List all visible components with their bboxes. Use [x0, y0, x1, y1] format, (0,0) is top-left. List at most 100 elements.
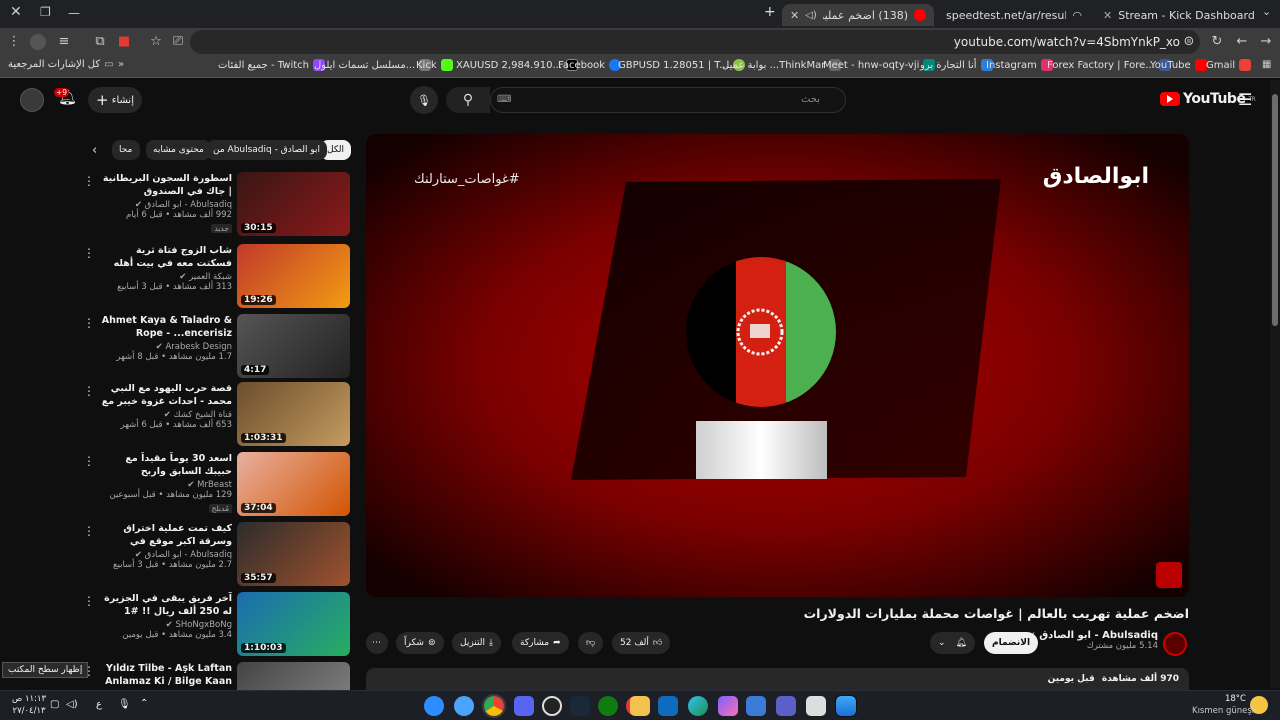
- cast-icon[interactable]: ⎚: [170, 34, 186, 50]
- tab-close-icon[interactable]: ✕: [1103, 9, 1112, 22]
- outlook-icon[interactable]: [658, 696, 678, 716]
- channel-name[interactable]: Abulsadiq - ابو الصادق ✔: [1028, 630, 1158, 641]
- bookmark-youtube[interactable]: YouTube: [1150, 59, 1207, 71]
- clock[interactable]: ١١:١٣ ص ٢٧/٠٤/١٣: [12, 693, 46, 717]
- bookmark-star-icon[interactable]: ☆: [148, 34, 164, 50]
- guide-menu-icon[interactable]: ☰: [1238, 90, 1252, 109]
- site-info-icon[interactable]: ⊜: [1181, 34, 1197, 50]
- tab-search-icon[interactable]: ⌄: [1262, 5, 1271, 18]
- teams-icon[interactable]: [776, 696, 796, 716]
- related-video-title[interactable]: اسعد 30 يوماً مقيداً مع حبيبك السابق وار…: [100, 452, 232, 478]
- more-options-icon[interactable]: ⋮: [83, 454, 95, 468]
- related-video-item[interactable]: 30:15 اسطورة السجون البريطانية | جاك في ا…: [80, 172, 350, 236]
- related-video-item[interactable]: 1:10:03 آخر فريق يبقى في الجزيرة له 250 أ…: [80, 592, 350, 656]
- window-minimize-button[interactable]: —: [68, 6, 80, 20]
- copilot-icon[interactable]: [718, 696, 738, 716]
- tab-youtube-active[interactable]: ✕ ◁) (138) اضخم عملية تهريب بال: [782, 4, 934, 26]
- related-video-channel[interactable]: SHoNgxBoNg ✔: [100, 620, 232, 630]
- bookmark-kick[interactable]: Kick: [416, 59, 453, 71]
- channel-avatar[interactable]: [1163, 632, 1187, 656]
- bookmark-meet[interactable]: Meet - hnw-oqty-vji: [823, 59, 936, 71]
- back-icon[interactable]: ←: [1234, 34, 1250, 50]
- related-video-title[interactable]: Yıldız Tilbe - Aşk Laftan Anlamaz Ki / B…: [100, 662, 232, 688]
- bookmarks-overflow-button[interactable]: »: [118, 59, 124, 70]
- weather-widget[interactable]: 18°C Kısmen güneşli: [1192, 693, 1257, 717]
- related-video-title[interactable]: اسطورة السجون البريطانية | جاك في الصندو…: [100, 172, 232, 198]
- more-options-icon[interactable]: ⋮: [83, 384, 95, 398]
- more-options-icon[interactable]: ⋮: [83, 524, 95, 538]
- video-player[interactable]: ابوالصادق #غواصات_ستارلنك: [366, 134, 1189, 597]
- video-thumbnail[interactable]: [237, 662, 350, 690]
- dislike-button[interactable]: 👎︎: [578, 632, 604, 654]
- related-video-item[interactable]: 1:03:31 قصة حرب اليهود مع النبي محمد - اح…: [80, 382, 350, 446]
- related-video-title[interactable]: آخر فريق يبقى في الجزيرة له 250 ألف ريال…: [100, 592, 232, 618]
- bookmark-facebook[interactable]: Facebook: [558, 59, 621, 71]
- more-options-icon[interactable]: ⋮: [83, 246, 95, 260]
- edge-icon[interactable]: [688, 696, 708, 716]
- related-video-item[interactable]: 37:04 اسعد 30 يوماً مقيداً مع حبيبك الساب…: [80, 452, 350, 516]
- related-video-channel[interactable]: Abulsadiq - ابو الصادق ✔: [100, 200, 232, 210]
- subscribed-button[interactable]: ⌄ 🔔︎: [930, 632, 975, 654]
- new-tab-button[interactable]: +: [764, 4, 776, 20]
- search-input[interactable]: بحث ⌨: [490, 87, 846, 113]
- xbox-icon[interactable]: [598, 696, 618, 716]
- chrome-icon[interactable]: [482, 694, 506, 718]
- related-video-item[interactable]: 19:26 شاب الزوج فتاة ثرية فسكتت معه في بي…: [80, 244, 350, 308]
- chip-similar[interactable]: محتوى مشابه: [146, 140, 211, 160]
- tray-overflow-icon[interactable]: ⌃: [140, 698, 148, 709]
- speaker-icon[interactable]: ◁): [805, 10, 817, 21]
- media-controls-icon[interactable]: ≡: [56, 34, 72, 50]
- tab-close-icon[interactable]: ✕: [790, 9, 799, 22]
- thanks-button[interactable]: شكراً ⊚: [396, 632, 444, 654]
- search-button[interactable]: ⚲: [446, 87, 490, 113]
- zoom-app-icon[interactable]: [424, 696, 444, 716]
- related-video-channel[interactable]: شبكة العمير ✔: [100, 272, 232, 282]
- app-blue-icon[interactable]: [454, 696, 474, 716]
- system-tray-mic-icon[interactable]: 🎙︎: [118, 699, 131, 710]
- more-options-icon[interactable]: ⋮: [83, 174, 95, 188]
- steam-icon[interactable]: [570, 696, 590, 716]
- notification-center-icon[interactable]: ▢: [50, 699, 59, 710]
- bookmark-gmail[interactable]: Gmail: [1206, 59, 1252, 71]
- share-button[interactable]: مشاركة ➦: [512, 632, 569, 654]
- related-video-channel[interactable]: Abulsadiq - ابو الصادق ✔: [100, 550, 232, 560]
- related-video-title[interactable]: كيف تمت عملية اختراق وسرقة اكبر موقع في …: [100, 522, 232, 548]
- bookmark-series[interactable]: مسلسل تسمات ايلول...: [314, 59, 432, 71]
- chips-scroll-left-icon[interactable]: ‹: [92, 143, 97, 158]
- profile-avatar[interactable]: [30, 34, 46, 50]
- related-video-item[interactable]: 4:17 Ahmet Kaya & Taladro & Rope - ...enc…: [80, 314, 350, 378]
- store-icon[interactable]: [746, 696, 766, 716]
- keyboard-icon[interactable]: ⌨: [497, 88, 511, 112]
- related-video-item[interactable]: 35:57 كيف تمت عملية اختراق وسرقة اكبر موق…: [80, 522, 350, 586]
- account-avatar[interactable]: [20, 88, 44, 112]
- related-video-title[interactable]: Ahmet Kaya & Taladro & Rope - ...enceris…: [100, 314, 232, 340]
- tab-kick-dashboard[interactable]: ✕ Stream - Kick Dashboard: [1095, 4, 1255, 26]
- window-maximize-button[interactable]: ❐: [40, 5, 51, 19]
- address-bar[interactable]: youtube.com/watch?v=4SbmYnkP_xo: [190, 30, 1200, 54]
- related-video-title[interactable]: قصة حرب اليهود مع النبي محمد - احداث غزو…: [100, 382, 232, 408]
- bookmark-instagram[interactable]: Instagram: [986, 59, 1053, 71]
- bookmark-all[interactable]: كل الإشارات المرجعية ▭: [8, 59, 114, 70]
- start-menu-icon[interactable]: [835, 695, 857, 717]
- chip-from-channel[interactable]: من Abulsadiq - ابو الصادق: [206, 140, 328, 160]
- menu-dots-icon[interactable]: ⋮: [6, 34, 22, 50]
- obs-icon[interactable]: [542, 696, 562, 716]
- extensions-icon[interactable]: ⧉: [92, 34, 108, 50]
- extension-red-icon[interactable]: ■: [116, 34, 132, 50]
- more-actions-button[interactable]: ⋯: [366, 632, 388, 654]
- window-close-button[interactable]: ✕: [10, 4, 22, 20]
- forward-icon[interactable]: →: [1258, 34, 1274, 50]
- more-options-icon[interactable]: ⋮: [83, 594, 95, 608]
- input-language[interactable]: ع: [96, 699, 102, 710]
- reload-icon[interactable]: ↻: [1209, 34, 1225, 50]
- related-video-item[interactable]: Yıldız Tilbe - Aşk Laftan Anlamaz Ki / B…: [80, 662, 350, 690]
- create-button[interactable]: + إنشاء: [88, 87, 142, 113]
- bookmark-twitch[interactable]: جميع الفئات - Twitch: [218, 59, 325, 71]
- related-video-title[interactable]: شاب الزوج فتاة ثرية فسكتت معه في بيت أهل…: [100, 244, 232, 270]
- file-explorer-icon[interactable]: [630, 696, 650, 716]
- task-view-icon[interactable]: [806, 696, 826, 716]
- like-button[interactable]: 52 ألف 👍︎: [612, 632, 671, 654]
- scrollbar-thumb[interactable]: [1272, 94, 1278, 326]
- related-video-channel[interactable]: قناة الشيخ كشك ✔: [100, 410, 232, 420]
- join-button[interactable]: الانضمام: [984, 632, 1039, 654]
